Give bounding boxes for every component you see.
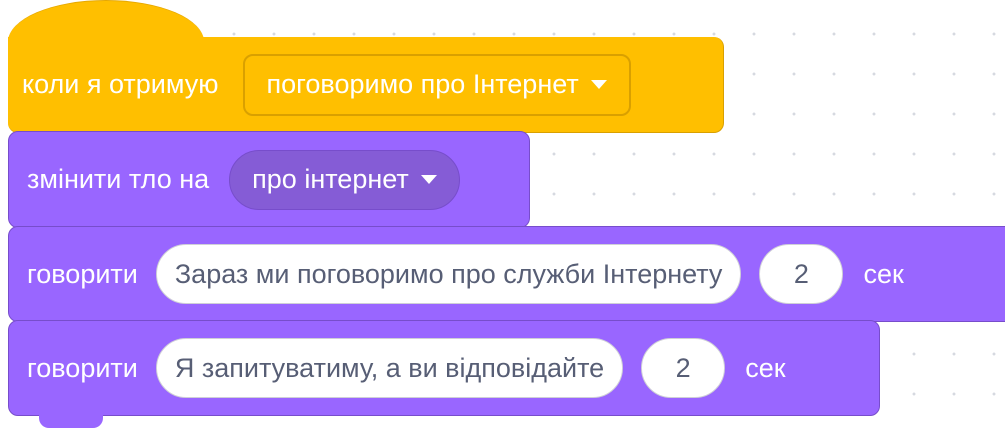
say-for-secs-block-1[interactable]: говорити Зараз ми поговоримо про служби … [8, 226, 1005, 334]
seconds-unit-label: сек [745, 352, 786, 383]
block-connector-tab [39, 414, 103, 428]
say-label: говорити [27, 258, 138, 289]
say-for-secs-block-2[interactable]: говорити Я запитуватиму, а ви відповідай… [8, 320, 880, 428]
when-i-receive-block[interactable]: коли я отримую поговоримо про Інтернет [8, 37, 724, 145]
say-message-input[interactable]: Я запитуватиму, а ви відповідайте [155, 338, 624, 398]
seconds-unit-label: сек [863, 258, 904, 289]
say-message-input[interactable]: Зараз ми поговоримо про служби Інтернету [155, 244, 742, 304]
message-dropdown[interactable]: поговоримо про Інтернет [242, 53, 631, 116]
backdrop-dropdown-value: про інтернет [252, 164, 409, 194]
caret-down-icon [420, 175, 437, 184]
switch-backdrop-block[interactable]: змінити тло на про інтернет [8, 131, 530, 240]
backdrop-dropdown[interactable]: про інтернет [229, 149, 460, 210]
when-i-receive-label: коли я отримую [22, 69, 219, 99]
switch-backdrop-label: змінити тло на [27, 164, 210, 194]
caret-down-icon [590, 80, 607, 89]
say-label: говорити [27, 352, 138, 383]
say-seconds-input[interactable]: 2 [641, 338, 726, 398]
say-seconds-input[interactable]: 2 [759, 244, 844, 304]
message-dropdown-value: поговоримо про Інтернет [266, 69, 579, 99]
